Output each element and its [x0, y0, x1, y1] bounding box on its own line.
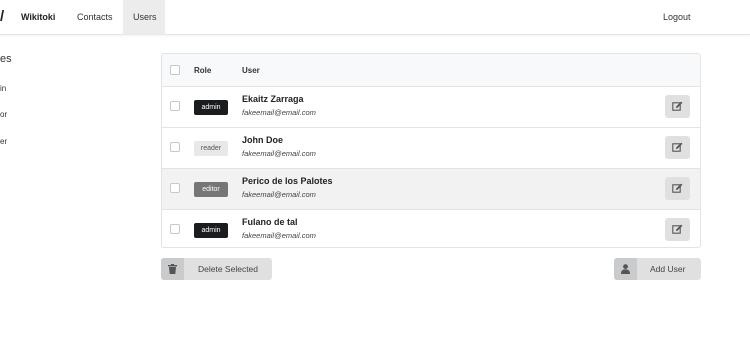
delete-icon-container [161, 258, 184, 280]
users-table: Role User admin Ekaitz Zarraga fakeemail… [161, 53, 701, 248]
table-header: Role User [162, 54, 700, 87]
edit-icon [672, 142, 683, 152]
row-checkbox[interactable] [170, 142, 180, 152]
add-user-button[interactable]: Add User [614, 258, 701, 280]
sidebar-item-reader[interactable]: er [0, 137, 7, 146]
row-checkbox[interactable] [170, 101, 180, 111]
role-badge: admin [194, 100, 228, 115]
column-header-user: User [242, 66, 260, 75]
edit-icon [672, 183, 683, 193]
user-icon [621, 264, 630, 274]
sidebar-item-admin[interactable]: in [0, 84, 6, 93]
delete-selected-button[interactable]: Delete Selected [161, 258, 272, 280]
role-badge: admin [194, 223, 228, 238]
brand-logo-glyph: / [0, 8, 5, 25]
nav-link-contacts[interactable]: Contacts [77, 12, 113, 22]
delete-selected-label: Delete Selected [198, 264, 259, 274]
row-checkbox[interactable] [170, 224, 180, 234]
user-name: Ekaitz Zarraga [242, 94, 304, 104]
edit-icon [672, 101, 683, 111]
edit-user-button[interactable] [665, 218, 690, 241]
add-icon-container [614, 258, 637, 280]
trash-icon [168, 264, 177, 274]
select-all-checkbox[interactable] [170, 65, 180, 75]
row-checkbox[interactable] [170, 183, 180, 193]
sidebar-item-editor[interactable]: or [0, 110, 7, 119]
edit-user-button[interactable] [665, 136, 690, 159]
table-row: admin Ekaitz Zarraga fakeemail@email.com [162, 87, 700, 128]
role-badge: reader [194, 141, 228, 156]
edit-user-button[interactable] [665, 95, 690, 118]
user-name: John Doe [242, 135, 284, 145]
column-header-role: Role [194, 66, 212, 75]
role-badge: editor [194, 182, 228, 197]
user-email: fakeemail@email.com [242, 149, 316, 158]
user-name: Perico de los Palotes [242, 176, 333, 186]
user-email: fakeemail@email.com [242, 231, 316, 240]
user-email: fakeemail@email.com [242, 190, 316, 199]
brand-name[interactable]: Wikitoki [21, 12, 55, 22]
table-row: editor Perico de los Palotes fakeemail@e… [162, 169, 700, 210]
add-user-label: Add User [650, 264, 686, 274]
logout-link[interactable]: Logout [663, 12, 691, 22]
top-navbar: / Wikitoki Contacts Users Logout [0, 0, 750, 35]
table-row: reader John Doe fakeemail@email.com [162, 128, 700, 169]
edit-user-button[interactable] [665, 177, 690, 200]
edit-icon [672, 224, 683, 234]
user-email: fakeemail@email.com [242, 108, 316, 117]
table-row: admin Fulano de tal fakeemail@email.com [162, 210, 700, 247]
nav-link-users[interactable]: Users [133, 12, 157, 22]
sidebar-header: es [0, 53, 12, 65]
user-name: Fulano de tal [242, 217, 298, 227]
